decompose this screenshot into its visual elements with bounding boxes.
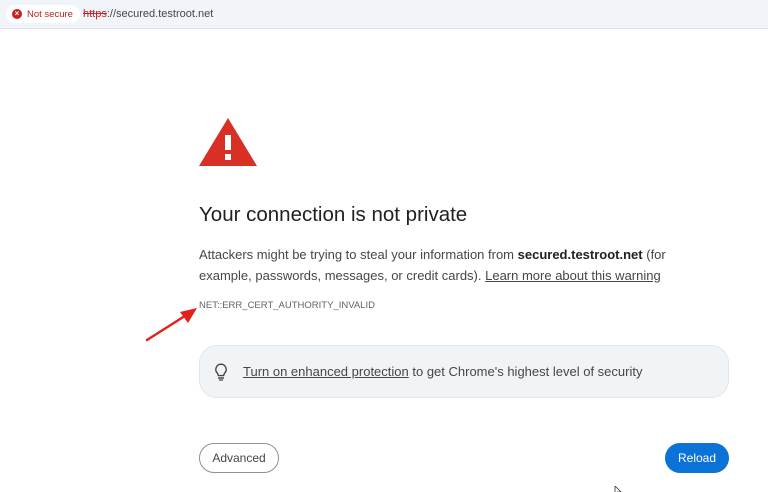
warning-description: Attackers might be trying to steal your …	[199, 244, 699, 286]
url-host: ://secured.testroot.net	[106, 8, 214, 20]
lightbulb-icon	[215, 363, 227, 381]
not-secure-chip[interactable]: × Not secure	[6, 5, 80, 23]
desc-text-pre: Attackers might be trying to steal your …	[199, 247, 518, 262]
warning-triangle-icon	[199, 118, 257, 166]
annotation-arrow	[145, 308, 197, 342]
reload-button[interactable]: Reload	[665, 443, 729, 473]
enhanced-protection-rest: to get Chrome's highest level of securit…	[408, 364, 643, 379]
enhanced-protection-link[interactable]: Turn on enhanced protection	[243, 364, 409, 379]
domain-name: secured.testroot.net	[517, 247, 643, 262]
address-bar: × Not secure https://secured.testroot.ne…	[0, 0, 768, 29]
error-x-icon: ×	[12, 9, 22, 19]
page-title: Your connection is not private	[199, 203, 468, 226]
error-code: NET::ERR_CERT_AUTHORITY_INVALID	[199, 300, 375, 311]
not-secure-label: Not secure	[27, 8, 73, 20]
enhanced-protection-banner: Turn on enhanced protection to get Chrom…	[199, 345, 729, 398]
url-field[interactable]: https://secured.testroot.net	[83, 8, 213, 20]
mouse-cursor-icon	[614, 486, 622, 492]
advanced-button[interactable]: Advanced	[199, 443, 279, 473]
learn-more-link[interactable]: Learn more about this warning	[485, 268, 661, 283]
enhanced-protection-text: Turn on enhanced protection to get Chrom…	[243, 364, 642, 379]
url-scheme: https	[83, 8, 107, 20]
